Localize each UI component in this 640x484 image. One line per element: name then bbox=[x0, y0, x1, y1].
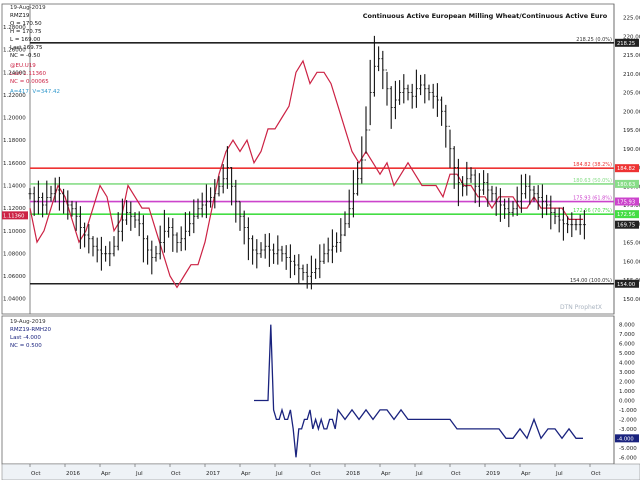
chart-svg: Continuous Active European Milling Wheat… bbox=[1, 3, 640, 481]
bottom-right-tick-label: 3.000 bbox=[619, 370, 635, 376]
chart-root: Continuous Active European Milling Wheat… bbox=[0, 0, 640, 481]
right-tick-label: 195.00 bbox=[623, 128, 640, 134]
legend-spread-symbol: RMZ19-RMH20 bbox=[10, 327, 52, 333]
x-tick-label: Apr bbox=[381, 471, 391, 477]
x-tick-label: 2017 bbox=[206, 471, 220, 477]
legend-spread-nc: NC = 0.500 bbox=[10, 343, 42, 349]
legend-wheat-symbol: RMZ19 bbox=[10, 13, 30, 19]
legend-wheat-date: 19-Aug-2019 bbox=[10, 5, 46, 11]
retracement-label: 184.82 (38.2%) bbox=[573, 162, 612, 168]
retracement-label: 180.63 (50.0%) bbox=[573, 178, 612, 184]
x-tick-label: Oct bbox=[451, 471, 461, 477]
x-tick-label: Apr bbox=[241, 471, 251, 477]
left-tick-label: 1.06000 bbox=[3, 274, 26, 280]
left-tick-label: 1.26000 bbox=[3, 48, 26, 54]
x-tick-label: Jul bbox=[275, 471, 283, 477]
right-tick-label: 225.00 bbox=[623, 16, 640, 22]
left-tick-label: 1.14000 bbox=[3, 183, 26, 189]
axis-tag-text: 154.00 bbox=[617, 282, 635, 288]
left-tick-label: 1.16000 bbox=[3, 161, 26, 167]
bottom-right-tick-label: 2.000 bbox=[619, 380, 635, 386]
wheat-last-tag-text: 169.75 bbox=[617, 223, 635, 229]
bottom-axis-tags: -4.000 bbox=[615, 434, 639, 443]
bottom-right-tick-label: 8.000 bbox=[619, 323, 635, 329]
left-tick-label: 1.20000 bbox=[3, 116, 26, 122]
axis-tag-text: 218.25 bbox=[617, 41, 635, 47]
x-tick-label: Oct bbox=[591, 471, 601, 477]
euro-last-tag-text: 1.11360 bbox=[3, 213, 24, 219]
legend-wheat-nc: NC = -0.50 bbox=[10, 53, 41, 59]
bottom-right-tick-label: 0.000 bbox=[619, 398, 635, 404]
legend-spread-date: 19-Aug-2019 bbox=[10, 319, 46, 325]
left-tick-label: 1.08000 bbox=[3, 251, 26, 257]
retracement-label: 175.93 (61.8%) bbox=[573, 196, 612, 202]
x-axis-strip bbox=[1, 463, 640, 481]
top-panel-frame bbox=[1, 3, 615, 315]
x-tick-label: Oct bbox=[31, 471, 41, 477]
retracement-label: 172.56 (70.7%) bbox=[573, 208, 612, 214]
x-tick-label: 2019 bbox=[486, 471, 500, 477]
x-tick-label: Jul bbox=[555, 471, 563, 477]
left-tick-label: 1.18000 bbox=[3, 138, 26, 144]
right-tick-label: 210.00 bbox=[623, 72, 640, 78]
axis-tag-text: 184.82 bbox=[617, 166, 635, 172]
left-tick-label: 1.28000 bbox=[3, 25, 26, 31]
legend-euro-nc: NC = 0.00065 bbox=[10, 79, 49, 85]
axis-tag-text: 172.56 bbox=[617, 212, 635, 218]
right-tick-label: 150.00 bbox=[623, 297, 640, 303]
x-tick-label: Apr bbox=[101, 471, 111, 477]
bottom-right-tick-label: -1.000 bbox=[619, 408, 637, 414]
bottom-right-tick-label: 7.000 bbox=[619, 332, 635, 338]
x-tick-label: Jul bbox=[415, 471, 423, 477]
axis-tag-text: 175.93 bbox=[617, 200, 635, 206]
retracement-label: 218.25 (0.0%) bbox=[576, 37, 612, 43]
legend-spread-last: Last -4.000 bbox=[10, 335, 41, 341]
x-tick-label: 2016 bbox=[66, 471, 80, 477]
spread-last-tag-text: -4.000 bbox=[617, 436, 634, 442]
bottom-right-tick-label: -6.000 bbox=[619, 455, 637, 461]
right-tick-label: 200.00 bbox=[623, 109, 640, 115]
bottom-right-tick-label: -2.000 bbox=[619, 417, 637, 423]
left-tick-label: 1.22000 bbox=[3, 93, 26, 99]
right-tick-label: 215.00 bbox=[623, 53, 640, 59]
left-tick-label: 1.10000 bbox=[3, 229, 26, 235]
retracement-label: 154.00 (100.0%) bbox=[570, 278, 612, 284]
x-tick-label: Oct bbox=[311, 471, 321, 477]
right-tick-label: 190.00 bbox=[623, 147, 640, 153]
bottom-right-tick-label: 5.000 bbox=[619, 351, 635, 357]
x-tick-label: Apr bbox=[521, 471, 531, 477]
bottom-right-tick-label: 6.000 bbox=[619, 342, 635, 348]
right-tick-label: 160.00 bbox=[623, 259, 640, 265]
right-tick-label: 205.00 bbox=[623, 91, 640, 97]
bottom-right-tick-label: 4.000 bbox=[619, 361, 635, 367]
bottom-right-tick-label: 1.000 bbox=[619, 389, 635, 395]
axis-tag-text: 180.63 bbox=[617, 182, 635, 188]
x-tick-label: Oct bbox=[171, 471, 181, 477]
bottom-right-tick-label: -5.000 bbox=[619, 446, 637, 452]
bottom-right-tick-label: -3.000 bbox=[619, 427, 637, 433]
left-tick-label: 1.24000 bbox=[3, 70, 26, 76]
chart-title: Continuous Active European Milling Wheat… bbox=[363, 12, 608, 20]
left-tick-label: 1.04000 bbox=[3, 297, 26, 303]
right-tick-label: 165.00 bbox=[623, 241, 640, 247]
left-tick-label: 1.12000 bbox=[3, 206, 26, 212]
watermark: DTN ProphetX bbox=[560, 304, 602, 311]
bottom-panel-frame bbox=[1, 315, 615, 465]
x-tick-label: 2018 bbox=[346, 471, 360, 477]
x-tick-label: Jul bbox=[135, 471, 143, 477]
legend-euro-symbol: @EU.U19 bbox=[10, 63, 36, 69]
